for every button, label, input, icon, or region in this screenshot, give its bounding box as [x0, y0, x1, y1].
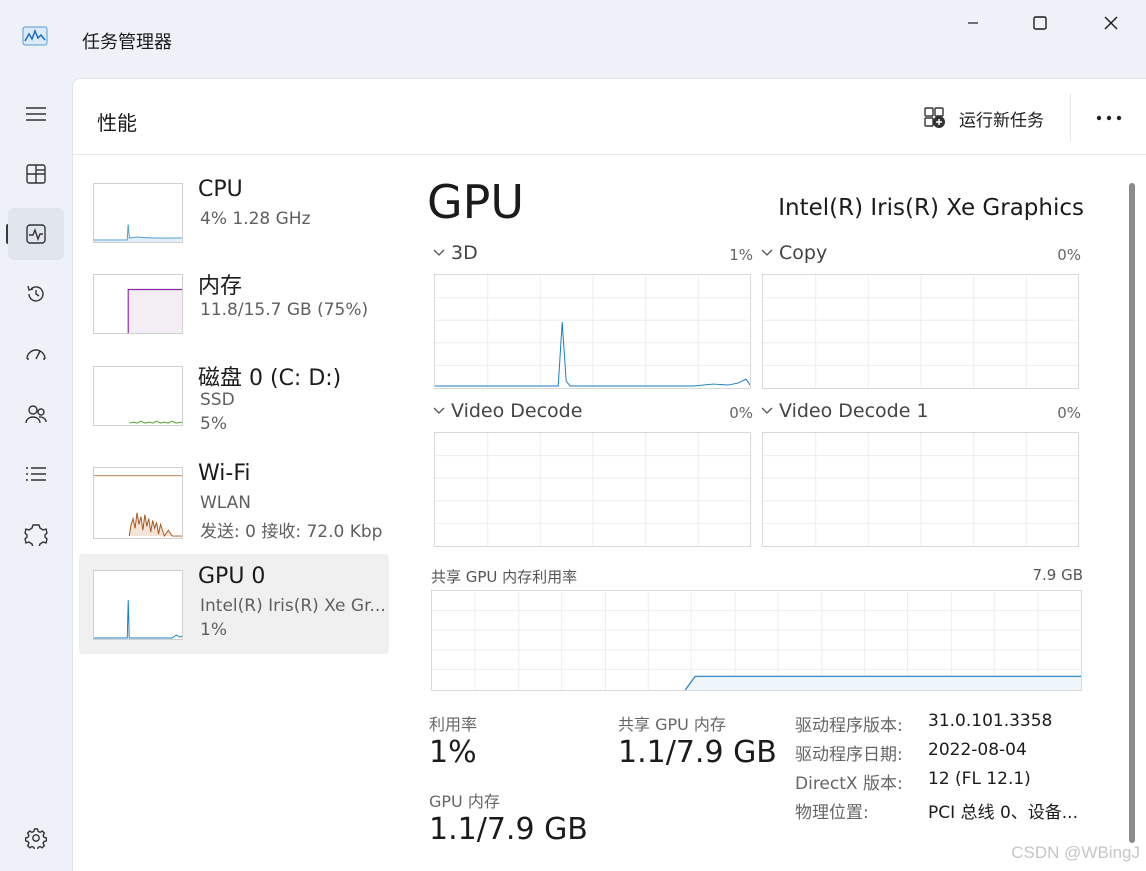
engine-percent: 0%: [729, 404, 753, 422]
resource-name: GPU 0: [198, 564, 266, 589]
resource-detail: 11.8/15.7 GB (75%): [200, 300, 369, 320]
driver-version-key: 驱动程序版本:: [795, 716, 903, 736]
header-divider: [1070, 93, 1071, 141]
gpu-memory-value: 1.1/7.9 GB: [429, 812, 588, 847]
engine-percent: 1%: [729, 246, 753, 264]
engine-video-decode-dropdown[interactable]: Video Decode: [433, 400, 582, 422]
services-icon[interactable]: [8, 508, 64, 560]
app-history-icon[interactable]: [8, 268, 64, 320]
resource-detail: 5%: [200, 414, 227, 434]
hamburger-menu-icon[interactable]: [8, 88, 64, 140]
settings-icon[interactable]: [8, 812, 64, 864]
gpu-memory-label: GPU 内存: [429, 792, 500, 811]
app-title: 任务管理器: [82, 32, 172, 53]
resource-cpu[interactable]: CPU 4% 1.28 GHz: [79, 169, 389, 269]
more-icon[interactable]: [1091, 101, 1127, 135]
directx-version-key: DirectX 版本:: [795, 774, 903, 794]
chevron-down-icon: [433, 407, 445, 414]
memory-thumbnail-graph: [93, 274, 183, 334]
close-icon[interactable]: [1093, 8, 1129, 38]
engine-percent: 0%: [1057, 246, 1081, 264]
resource-name: 磁盘 0 (C: D:): [198, 366, 342, 391]
page-title: 性能: [97, 111, 137, 135]
engine-3d-dropdown[interactable]: 3D: [433, 242, 478, 264]
scrollbar-thumb[interactable]: [1129, 183, 1135, 843]
engine-percent: 0%: [1057, 404, 1081, 422]
resource-name: CPU: [198, 177, 243, 202]
resource-gpu[interactable]: GPU 0 Intel(R) Iris(R) Xe Gr... 1%: [79, 554, 389, 654]
resource-disk[interactable]: 磁盘 0 (C: D:) SSD 5%: [79, 352, 389, 452]
resource-detail: WLAN: [200, 493, 252, 513]
driver-date-value: 2022-08-04: [928, 740, 1027, 760]
resource-name: 内存: [198, 274, 243, 299]
utilization-label: 利用率: [429, 715, 478, 734]
disk-thumbnail-graph: [93, 366, 183, 426]
shared-memory-graph: [431, 590, 1082, 691]
engine-label: Video Decode: [451, 400, 583, 422]
engine-label: Copy: [779, 242, 828, 264]
shared-memory-graph-max: 7.9 GB: [1032, 566, 1083, 584]
utilization-value: 1%: [429, 735, 477, 770]
driver-version-value: 31.0.101.3358: [928, 711, 1053, 731]
run-new-task-icon: [924, 107, 945, 128]
physical-location-key: 物理位置:: [795, 803, 869, 823]
shared-memory-label: 共享 GPU 内存: [618, 715, 726, 734]
engine-video-decode-graph: [434, 432, 751, 547]
engine-video-decode-1-dropdown[interactable]: Video Decode 1: [761, 400, 929, 422]
gpu-model: Intel(R) Iris(R) Xe Graphics: [778, 195, 1084, 221]
gpu-thumbnail-graph: [93, 570, 183, 640]
title-bar: 任务管理器: [0, 0, 1146, 78]
processes-icon[interactable]: [8, 148, 64, 200]
run-new-task-button[interactable]: 运行新任务: [923, 103, 1044, 133]
startup-apps-icon[interactable]: [8, 328, 64, 380]
chevron-down-icon: [761, 407, 773, 414]
resource-detail: 发送: 0 接收: 72.0 Kbp: [200, 522, 383, 542]
shared-memory-graph-label: 共享 GPU 内存利用率: [431, 568, 578, 586]
resource-detail: Intel(R) Iris(R) Xe Gr...: [200, 596, 386, 616]
cpu-thumbnail-graph: [93, 183, 183, 243]
details-icon[interactable]: [8, 448, 64, 500]
chevron-down-icon: [761, 249, 773, 256]
shared-memory-value: 1.1/7.9 GB: [618, 735, 777, 770]
header-divider-line: [73, 154, 1146, 155]
resource-wifi[interactable]: Wi-Fi WLAN 发送: 0 接收: 72.0 Kbp: [79, 453, 389, 553]
engine-video-decode-1-graph: [762, 432, 1079, 547]
engine-3d-graph: [434, 274, 751, 389]
engine-label: Video Decode 1: [779, 400, 929, 422]
driver-date-key: 驱动程序日期:: [795, 745, 903, 765]
gpu-title: GPU: [427, 175, 525, 229]
directx-version-value: 12 (FL 12.1): [928, 769, 1031, 789]
watermark: CSDN @WBingJ: [1011, 843, 1140, 862]
task-manager-app-icon: [22, 26, 48, 46]
chevron-down-icon: [433, 249, 445, 256]
physical-location-value: PCI 总线 0、设备...: [928, 803, 1078, 823]
resource-memory[interactable]: 内存 11.8/15.7 GB (75%): [79, 260, 389, 360]
engine-copy-dropdown[interactable]: Copy: [761, 242, 827, 264]
resource-detail: 1%: [200, 620, 227, 640]
resource-name: Wi-Fi: [198, 461, 251, 486]
resource-detail: 4% 1.28 GHz: [200, 209, 311, 229]
engine-label: 3D: [451, 242, 478, 264]
users-icon[interactable]: [8, 388, 64, 440]
resource-detail: SSD: [200, 390, 235, 410]
minimize-icon[interactable]: [955, 8, 991, 38]
run-new-task-label: 运行新任务: [959, 110, 1044, 131]
main-panel: 性能 运行新任务 CPU 4% 1.28 GHz 内存 11.8/15.7 GB…: [72, 78, 1146, 871]
wifi-thumbnail-graph: [93, 467, 183, 539]
engine-copy-graph: [762, 274, 1079, 389]
maximize-icon[interactable]: [1022, 8, 1058, 38]
performance-icon[interactable]: [8, 208, 64, 260]
